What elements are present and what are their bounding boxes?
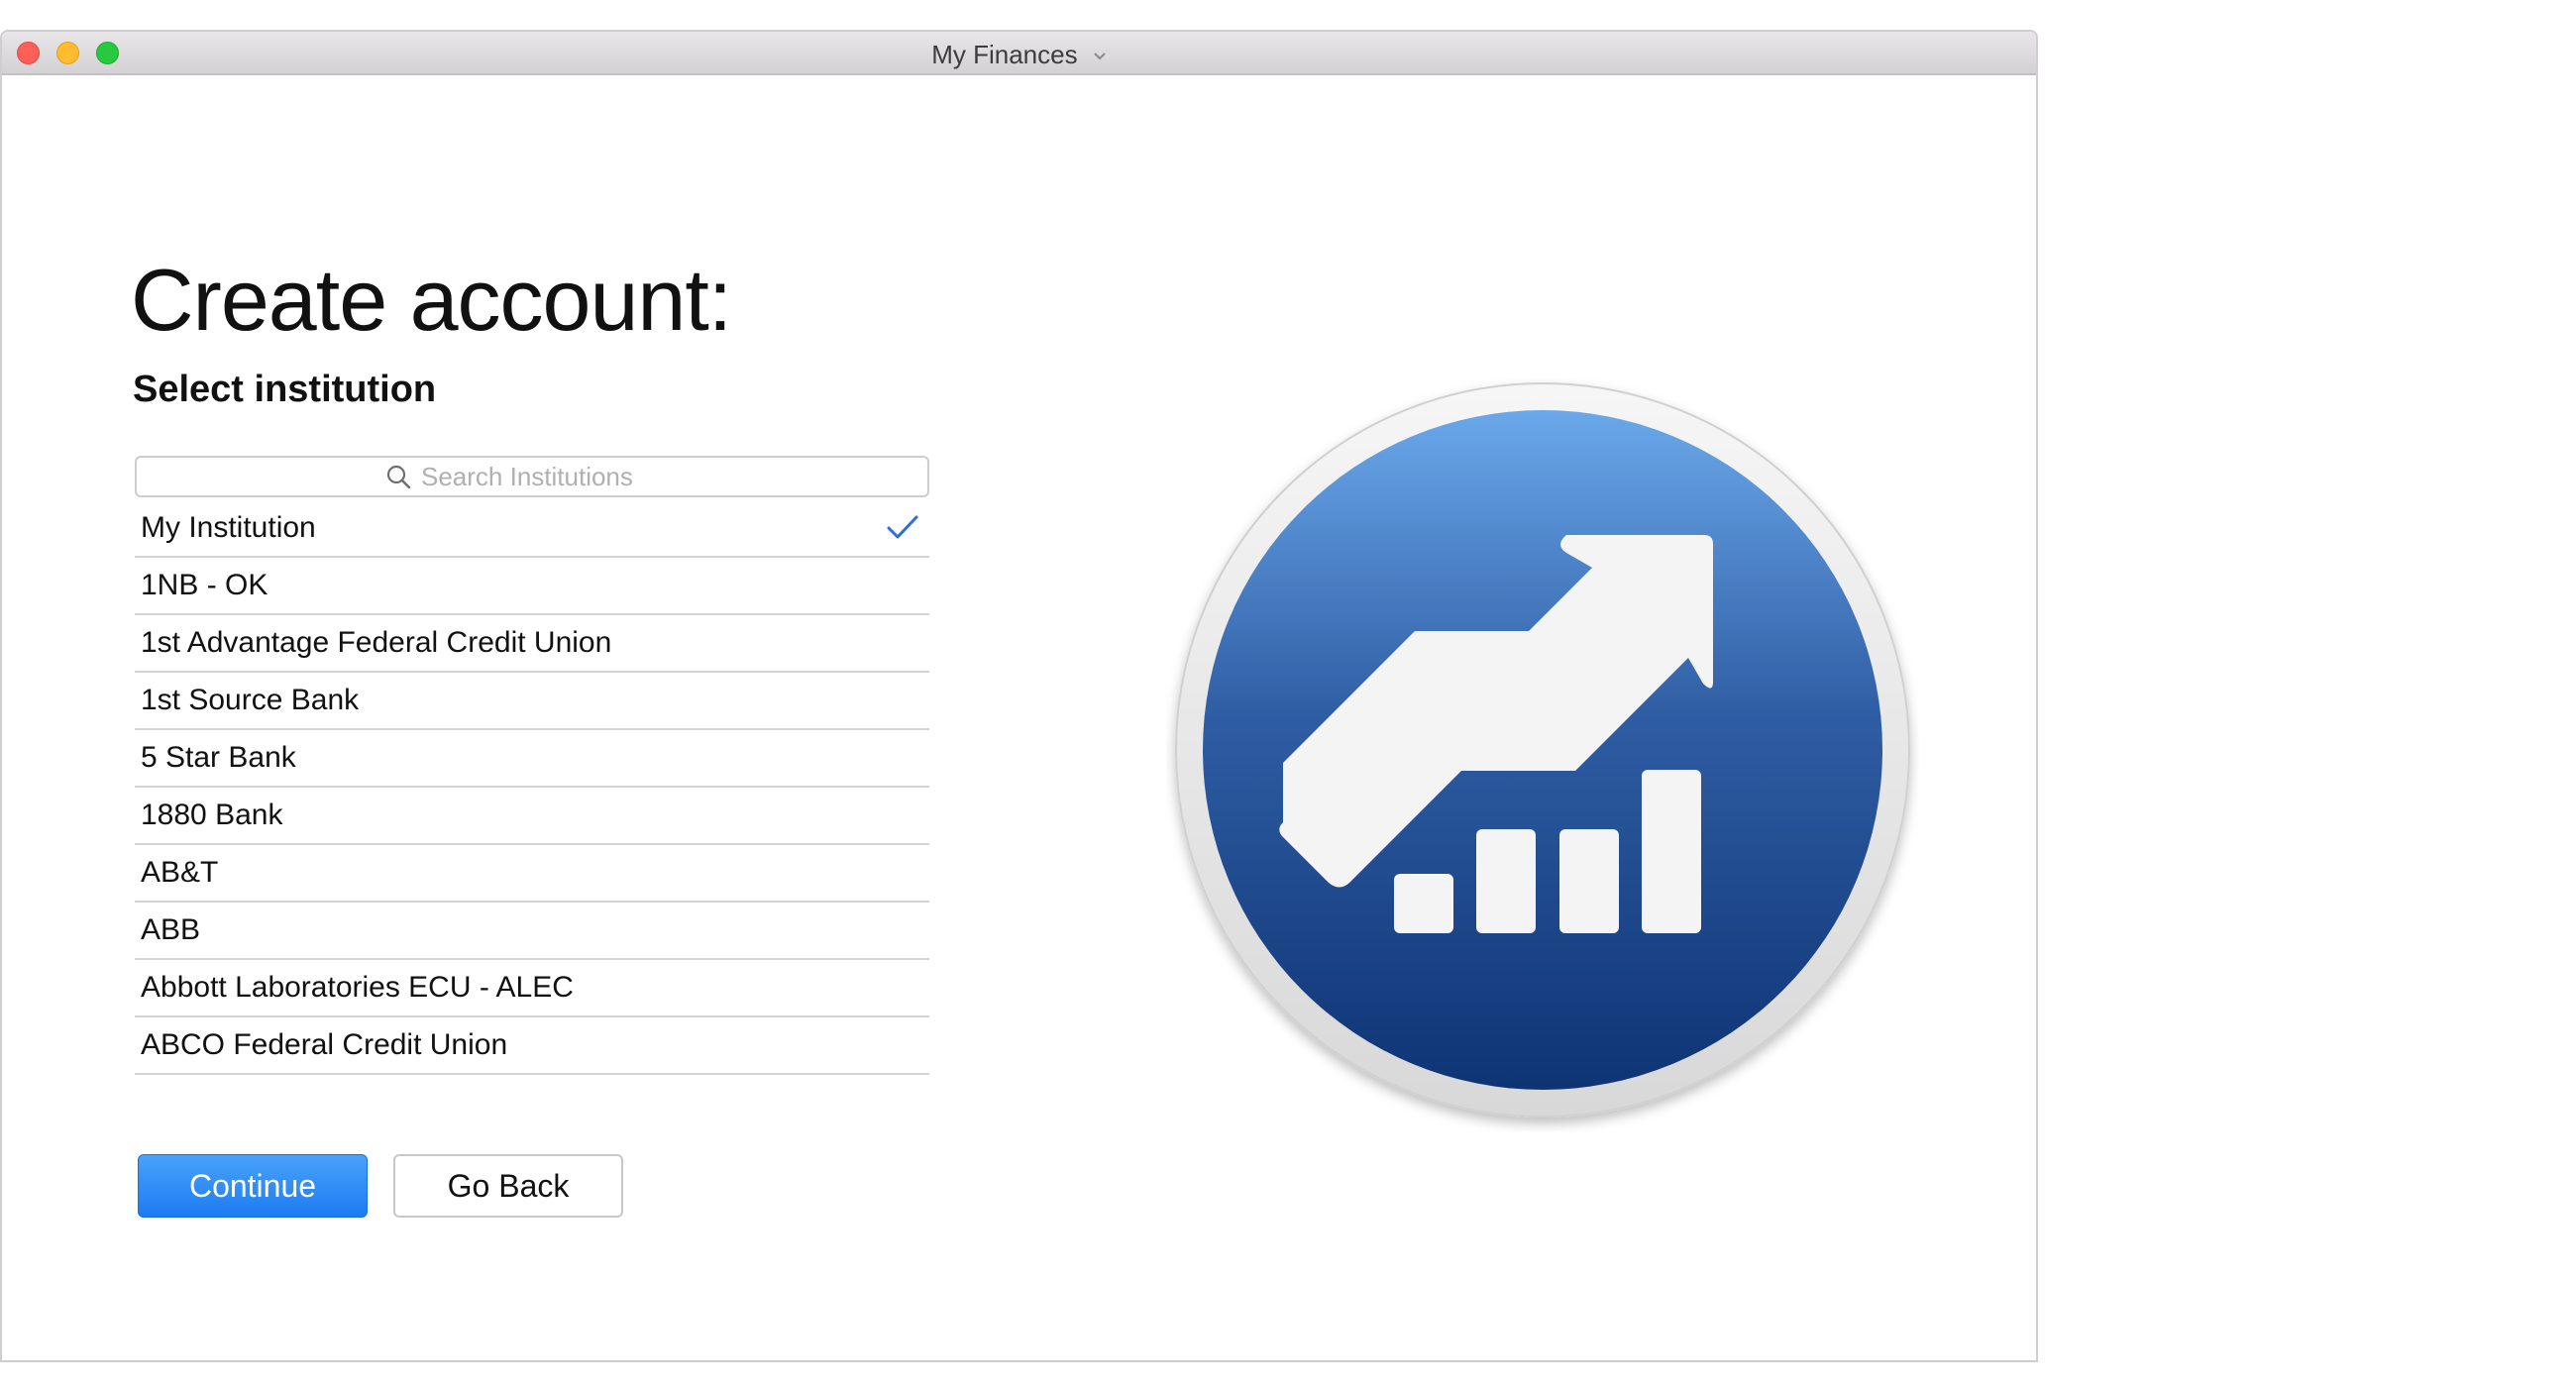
list-item-label: 1NB - OK <box>141 569 268 601</box>
list-item-label: ABCO Federal Credit Union <box>141 1028 508 1061</box>
title-bar[interactable]: My Finances <box>2 32 2036 75</box>
search-icon <box>386 465 411 489</box>
window-title-text: My Finances <box>931 40 1078 69</box>
list-item[interactable]: ABB <box>135 903 929 960</box>
list-item-label: Abbott Laboratories ECU - ALEC <box>141 971 574 1004</box>
list-item[interactable]: 1st Advantage Federal Credit Union <box>135 615 929 673</box>
list-item[interactable]: AB&T <box>135 845 929 903</box>
app-window: My Finances Create account: Select insti… <box>0 30 2038 1362</box>
list-item-label: 1st Source Bank <box>141 684 360 716</box>
finance-growth-logo-icon <box>1175 382 1910 1118</box>
checkmark-icon <box>887 515 918 539</box>
list-item[interactable]: 5 Star Bank <box>135 730 929 788</box>
window-title[interactable]: My Finances <box>2 40 2036 70</box>
search-input[interactable] <box>421 461 679 492</box>
list-item-label: 1880 Bank <box>141 799 283 831</box>
list-item-label: ABB <box>141 913 201 946</box>
list-item[interactable]: 1880 Bank <box>135 788 929 845</box>
institution-list: My Institution 1NB - OK 1st Advantage Fe… <box>135 500 929 1075</box>
list-item-label: 5 Star Bank <box>141 741 296 774</box>
list-item-label: 1st Advantage Federal Credit Union <box>141 626 612 659</box>
go-back-button[interactable]: Go Back <box>393 1154 623 1218</box>
chevron-down-icon[interactable] <box>1093 52 1107 61</box>
list-item[interactable]: My Institution <box>135 500 929 558</box>
list-item[interactable]: 1st Source Bank <box>135 673 929 730</box>
list-item-label: AB&T <box>141 856 219 889</box>
list-item[interactable]: 1NB - OK <box>135 558 929 615</box>
page-title: Create account: <box>131 251 732 349</box>
search-field[interactable] <box>135 456 929 497</box>
continue-button[interactable]: Continue <box>138 1154 368 1218</box>
list-item[interactable]: Abbott Laboratories ECU - ALEC <box>135 960 929 1017</box>
list-item[interactable]: ABCO Federal Credit Union <box>135 1017 929 1075</box>
page-subtitle: Select institution <box>133 369 437 410</box>
list-item-label: My Institution <box>141 511 316 544</box>
